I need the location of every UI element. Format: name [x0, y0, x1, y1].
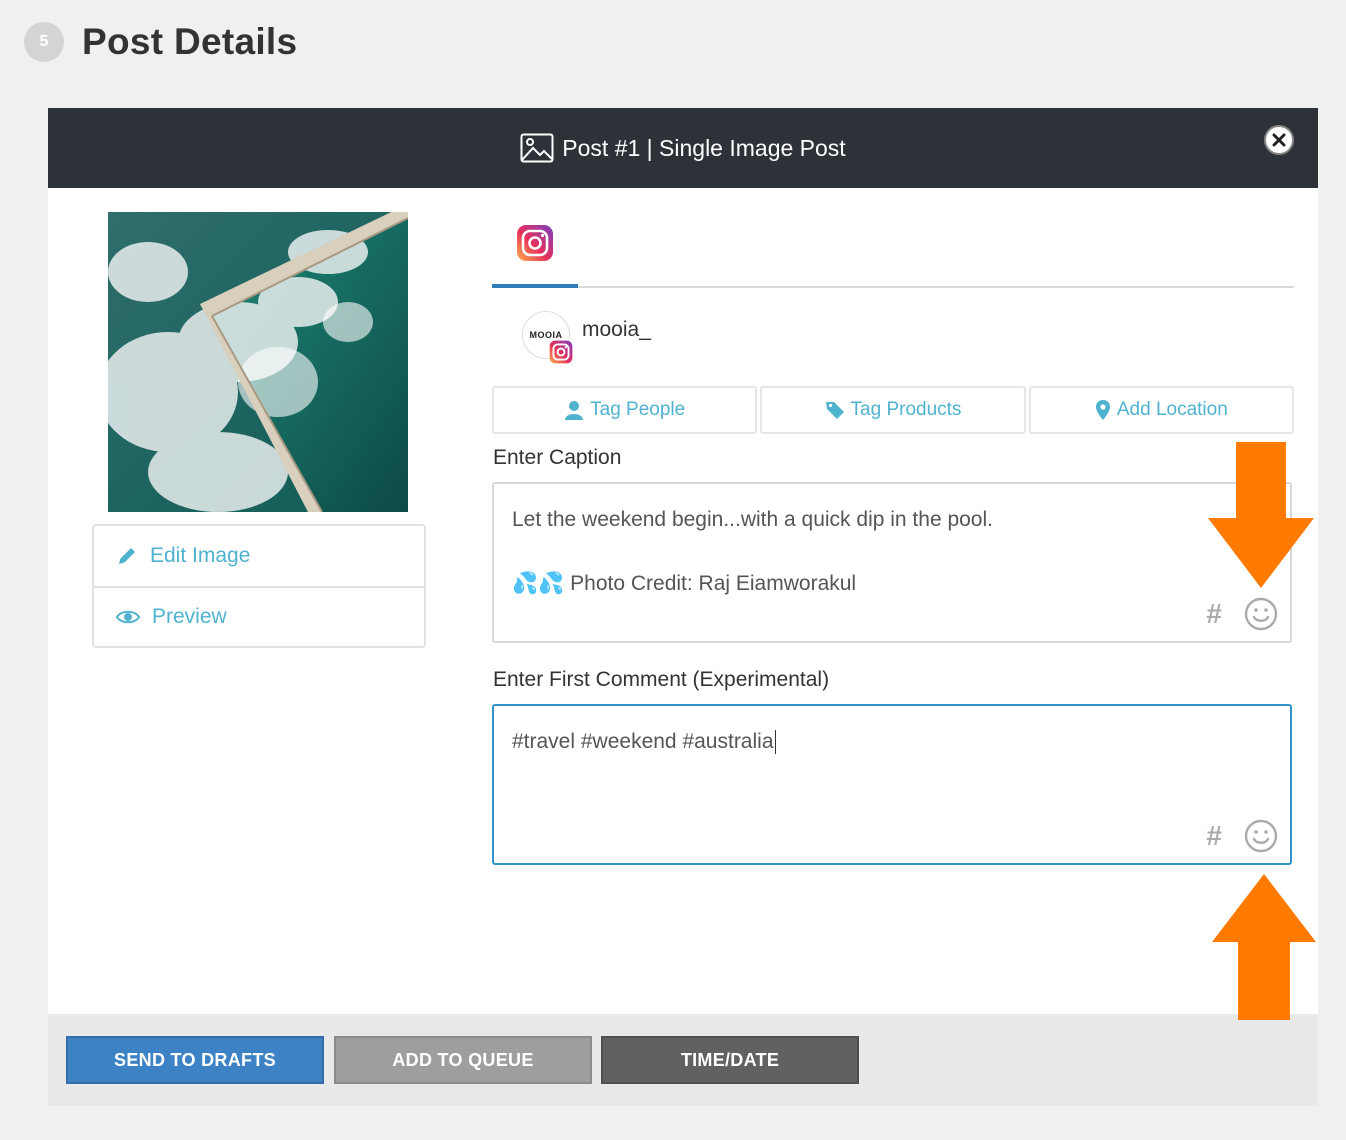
image-icon [520, 133, 554, 163]
caption-line-2: 💦💦 Photo Credit: Raj Eiamworakul [512, 572, 857, 595]
send-to-drafts-button[interactable]: SEND TO DRAFTS [66, 1036, 324, 1084]
hashtag-icon[interactable]: # [1206, 598, 1222, 630]
network-tabs [492, 212, 1294, 288]
down-arrow-annotation [1208, 442, 1314, 588]
step-header: 5 Post Details [24, 18, 297, 66]
step-number-badge: 5 [24, 22, 64, 62]
caption-tools: # [1206, 597, 1278, 631]
pencil-icon [119, 548, 135, 564]
instagram-badge-icon [549, 340, 573, 364]
first-comment-label: Enter First Comment (Experimental) [493, 668, 830, 691]
emoji-icon[interactable] [1244, 597, 1278, 631]
account-selector[interactable]: MOOIA mooia_ [522, 311, 651, 364]
add-location-button[interactable]: Add Location [1028, 386, 1294, 434]
user-icon [565, 401, 584, 420]
edit-image-button[interactable]: Edit Image [94, 526, 424, 586]
image-actions-panel: Edit Image Preview [92, 524, 426, 648]
modal-title-text: Post #1 | Single Image Post [562, 134, 846, 161]
tab-instagram[interactable] [492, 212, 578, 288]
close-icon [1272, 133, 1286, 147]
tag-products-button[interactable]: Tag Products [760, 386, 1026, 434]
time-date-button[interactable]: TIME/DATE [601, 1036, 859, 1084]
text-cursor [774, 730, 776, 755]
caption-textarea[interactable]: Let the weekend begin...with a quick dip… [492, 482, 1292, 643]
modal-header: Post #1 | Single Image Post [48, 108, 1318, 188]
account-name: mooia_ [582, 318, 651, 341]
up-arrow-annotation [1212, 874, 1316, 1020]
preview-button[interactable]: Preview [94, 586, 424, 646]
comment-tools: # [1206, 819, 1278, 853]
post-editor-modal: Post #1 | Single Image Post Edit Image P… [48, 108, 1318, 1106]
price-tag-icon [825, 402, 844, 419]
emoji-icon[interactable] [1244, 819, 1278, 853]
add-to-queue-button[interactable]: ADD TO QUEUE [334, 1036, 592, 1084]
first-comment-value: #travel #weekend #australia [512, 730, 774, 753]
eye-icon [116, 610, 140, 624]
water-drops-emoji: 💦💦 [512, 572, 565, 595]
first-comment-textarea[interactable]: #travel #weekend #australia # [492, 704, 1292, 865]
hashtag-icon[interactable]: # [1206, 820, 1222, 852]
tag-people-button[interactable]: Tag People [492, 386, 758, 434]
modal-footer: SEND TO DRAFTS ADD TO QUEUE TIME/DATE [48, 1014, 1318, 1106]
post-image-thumbnail [108, 212, 408, 512]
page-title: Post Details [82, 21, 298, 62]
close-button[interactable] [1264, 125, 1294, 155]
map-pin-icon [1095, 400, 1110, 420]
modal-title: Post #1 | Single Image Post [520, 133, 846, 163]
instagram-icon [517, 225, 553, 261]
caption-label: Enter Caption [493, 446, 622, 469]
avatar: MOOIA [522, 311, 573, 364]
tag-options-row: Tag People Tag Products Add Location [492, 386, 1294, 434]
caption-line-1: Let the weekend begin...with a quick dip… [512, 508, 993, 531]
